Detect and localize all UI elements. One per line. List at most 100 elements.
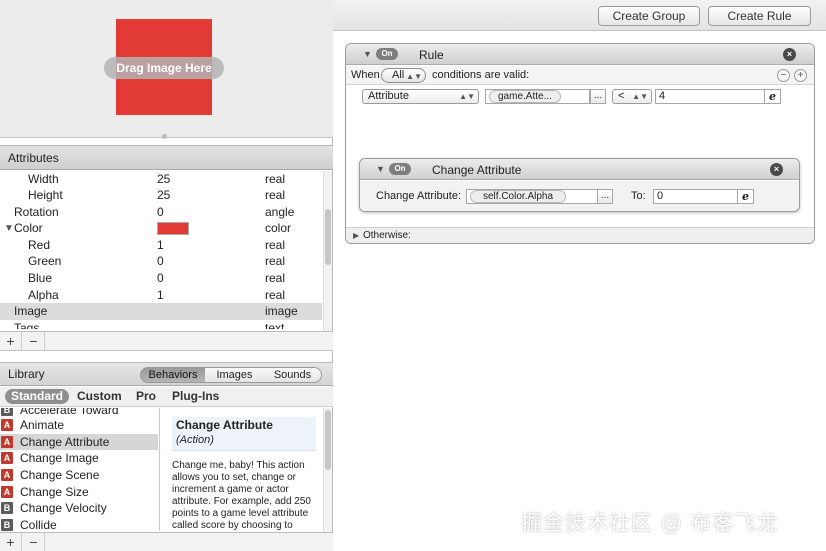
list-item[interactable]: A Change Scene bbox=[0, 467, 158, 483]
category-pro[interactable]: Pro bbox=[136, 389, 156, 404]
attribute-row-alpha[interactable]: Alpha 1 real bbox=[0, 287, 322, 304]
close-icon[interactable]: × bbox=[770, 163, 783, 176]
collapse-triangle-icon[interactable]: ▼ bbox=[376, 164, 385, 174]
attribute-type: angle bbox=[265, 205, 295, 219]
attribute-row-image[interactable]: Image image bbox=[0, 303, 322, 320]
category-custom[interactable]: Custom bbox=[77, 389, 122, 404]
attributes-list: Width 25 real Height 25 real Rotation 0 … bbox=[0, 171, 322, 329]
attribute-row-blue[interactable]: Blue 0 real bbox=[0, 270, 322, 287]
attributes-footer: + − bbox=[0, 331, 333, 351]
add-behavior-button[interactable]: + bbox=[0, 533, 22, 551]
drag-image-here-label: Drag Image Here bbox=[104, 57, 224, 79]
attribute-row-red[interactable]: Red 1 real bbox=[0, 237, 322, 254]
add-condition-button[interactable]: + bbox=[794, 69, 807, 82]
attribute-row-rotation[interactable]: Rotation 0 angle bbox=[0, 204, 322, 221]
operator-value: < bbox=[618, 90, 625, 102]
category-standard[interactable]: Standard bbox=[5, 389, 70, 404]
close-icon[interactable]: × bbox=[783, 48, 796, 61]
scroll-thumb[interactable] bbox=[325, 410, 331, 470]
expression-editor-icon[interactable]: e bbox=[737, 189, 754, 204]
tab-sounds[interactable]: Sounds bbox=[264, 367, 322, 383]
attribute-value[interactable]: 1 bbox=[157, 287, 164, 304]
attribute-value[interactable]: 25 bbox=[157, 187, 170, 204]
tab-behaviors[interactable]: Behaviors bbox=[140, 367, 206, 383]
list-item[interactable]: A Change Size bbox=[0, 484, 158, 500]
attribute-name: Height bbox=[28, 188, 63, 202]
attribute-name: Rotation bbox=[14, 205, 59, 219]
collapse-triangle-icon[interactable]: ▼ bbox=[363, 49, 372, 59]
conditions-label: conditions are valid: bbox=[432, 69, 530, 81]
otherwise-bar[interactable]: ▶ Otherwise: bbox=[346, 227, 814, 243]
change-attribute-field[interactable]: self.Color.Alpha bbox=[466, 189, 598, 204]
operator-select[interactable]: < ▲▼ bbox=[612, 89, 652, 104]
action-on-toggle[interactable]: On bbox=[389, 163, 411, 175]
expand-triangle-icon[interactable]: ▶ bbox=[353, 228, 359, 243]
attribute-value[interactable]: 25 bbox=[157, 171, 170, 188]
description-scrollbar[interactable] bbox=[323, 408, 332, 532]
attribute-name: Red bbox=[28, 238, 51, 252]
create-rule-button[interactable]: Create Rule bbox=[708, 6, 811, 26]
condition-attribute-field[interactable]: game.Atte... bbox=[485, 89, 590, 104]
attribute-row-height[interactable]: Height 25 real bbox=[0, 187, 322, 204]
updown-arrows-icon: ▲▼ bbox=[406, 72, 422, 81]
disclosure-triangle-icon[interactable]: ▼ bbox=[4, 220, 14, 237]
attribute-value[interactable]: 1 bbox=[157, 237, 164, 254]
attribute-row-color[interactable]: ▼ Color color bbox=[0, 220, 322, 237]
when-select[interactable]: All ▲▼ bbox=[381, 68, 426, 83]
attribute-type: real bbox=[265, 238, 286, 252]
expression-editor-icon[interactable]: e bbox=[764, 89, 781, 104]
list-item[interactable]: A Change Image bbox=[0, 450, 158, 466]
scroll-thumb[interactable] bbox=[325, 209, 331, 265]
attribute-value[interactable]: 0 bbox=[157, 204, 164, 221]
condition-type-select[interactable]: Attribute ▲▼ bbox=[362, 89, 479, 104]
behavior-label: Change Attribute bbox=[20, 435, 110, 449]
remove-attribute-button[interactable]: − bbox=[23, 332, 45, 351]
attribute-browse-button[interactable]: ... bbox=[590, 89, 606, 104]
attribute-type: image bbox=[265, 304, 298, 318]
attribute-row-green[interactable]: Green 0 real bbox=[0, 253, 322, 270]
category-plug-ins[interactable]: Plug-Ins bbox=[172, 389, 219, 404]
remove-behavior-button[interactable]: − bbox=[23, 533, 45, 551]
attribute-row-width[interactable]: Width 25 real bbox=[0, 171, 322, 188]
attributes-scrollbar[interactable] bbox=[323, 171, 332, 331]
attribute-browse-button[interactable]: ... bbox=[597, 189, 613, 204]
add-attribute-button[interactable]: + bbox=[0, 332, 22, 351]
attribute-value[interactable]: 0 bbox=[157, 270, 164, 287]
list-item[interactable]: A Animate bbox=[0, 417, 158, 433]
rule-on-toggle[interactable]: On bbox=[376, 48, 398, 60]
action-title[interactable]: Change Attribute bbox=[432, 163, 521, 177]
change-attribute-header[interactable]: ▼ On Change Attribute × bbox=[360, 159, 799, 180]
create-group-button[interactable]: Create Group bbox=[598, 6, 700, 26]
library-title: Library bbox=[8, 367, 45, 381]
remove-condition-button[interactable]: − bbox=[777, 69, 790, 82]
action-badge-icon: A bbox=[1, 469, 13, 481]
attribute-type: real bbox=[265, 172, 286, 186]
attributes-header: Attributes bbox=[0, 145, 333, 170]
behavior-badge-icon: B bbox=[1, 502, 13, 514]
rule-title[interactable]: Rule bbox=[419, 48, 444, 62]
change-attribute-block: ▼ On Change Attribute × Change Attribute… bbox=[359, 158, 800, 212]
image-preview-area[interactable]: Drag Image Here bbox=[0, 0, 333, 139]
action-badge-icon: A bbox=[1, 452, 13, 464]
attribute-row-tags[interactable]: Tags text bbox=[0, 320, 322, 329]
color-swatch[interactable] bbox=[157, 222, 189, 235]
behavior-list: B Accelerate Toward A Animate A Change A… bbox=[0, 408, 160, 531]
behavior-editor: Create Group Create Rule ▼ On Rule × Whe… bbox=[333, 0, 826, 551]
attribute-name: Width bbox=[28, 172, 59, 186]
when-select-value: All bbox=[392, 69, 405, 81]
attribute-value[interactable]: 0 bbox=[157, 253, 164, 270]
attribute-type: text bbox=[265, 321, 285, 329]
list-item[interactable]: B Change Velocity bbox=[0, 500, 158, 516]
behavior-badge-icon: B bbox=[1, 519, 13, 531]
change-attribute-body: Change Attribute: self.Color.Alpha ... T… bbox=[360, 181, 799, 211]
list-item[interactable]: A Change Attribute bbox=[0, 434, 158, 450]
split-handle[interactable] bbox=[162, 134, 167, 139]
list-item[interactable]: B Collide bbox=[0, 517, 158, 531]
to-value-field[interactable]: 0 bbox=[653, 189, 739, 204]
updown-arrows-icon: ▲▼ bbox=[459, 92, 475, 101]
condition-value-field[interactable]: 4 bbox=[655, 89, 765, 104]
description-title: Change Attribute bbox=[176, 418, 273, 432]
rule-header[interactable]: ▼ On Rule × bbox=[346, 44, 814, 65]
behavior-label: Collide bbox=[20, 518, 57, 531]
tab-images[interactable]: Images bbox=[205, 367, 265, 383]
